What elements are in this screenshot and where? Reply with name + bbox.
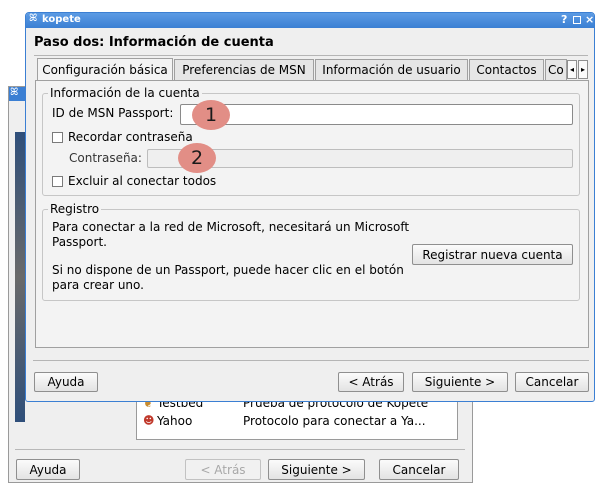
- tab-contactos[interactable]: Contactos: [469, 59, 544, 80]
- back-back-button[interactable]: < Atrás: [185, 459, 261, 480]
- exclude-connect-all-label: Excluir al conectar todos: [68, 174, 217, 188]
- exclude-connect-all-box[interactable]: [52, 175, 63, 187]
- maximize-icon[interactable]: [573, 16, 581, 24]
- heading-separator: [34, 55, 588, 56]
- close-icon[interactable]: ×: [585, 13, 595, 28]
- password-label: Contraseña:: [69, 151, 142, 165]
- tab-configuracion-basica[interactable]: Configuración básica: [37, 58, 173, 81]
- annotation-badge-1: 1: [192, 100, 230, 130]
- list-item-desc: Protocolo para conectar a Ya...: [243, 414, 426, 428]
- back-cancel-button[interactable]: Cancelar: [379, 459, 459, 480]
- tab-scroll-left-icon[interactable]: ◂: [567, 60, 577, 79]
- back-button[interactable]: < Atrás: [338, 372, 404, 392]
- tab-preferencias-msn[interactable]: Preferencias de MSN: [174, 59, 314, 80]
- back-window-side-strip: [15, 132, 25, 422]
- list-item[interactable]: ☻ Yahoo Protocolo para conectar a Ya...: [143, 414, 453, 430]
- page-heading: Paso dos: Información de cuenta: [34, 35, 274, 50]
- exclude-connect-all-checkbox[interactable]: Excluir al conectar todos: [52, 173, 216, 189]
- remember-password-box[interactable]: [52, 131, 63, 143]
- cancel-button[interactable]: Cancelar: [515, 372, 589, 392]
- tab-scroll-right-icon[interactable]: ▸: [578, 60, 588, 79]
- next-button[interactable]: Siguiente >: [412, 372, 508, 392]
- tab-informacion-usuario[interactable]: Información de usuario: [315, 59, 468, 80]
- help-titlebar-button[interactable]: ?: [561, 13, 571, 28]
- remember-password-checkbox[interactable]: Recordar contraseña: [52, 129, 193, 145]
- button-bar-separator: [33, 360, 589, 361]
- yahoo-icon: ☻: [143, 414, 155, 427]
- registration-legend: Registro: [48, 202, 102, 217]
- registration-text-2: Si no dispone de un Passport, puede hace…: [52, 263, 404, 292]
- help-button[interactable]: Ayuda: [34, 372, 98, 392]
- dialog-title: kopete: [42, 14, 81, 25]
- passport-label: ID de MSN Passport:: [52, 106, 174, 120]
- register-new-account-button[interactable]: Registrar nueva cuenta: [412, 244, 573, 265]
- dialog-titlebar: [26, 13, 594, 28]
- annotation-badge-2: 2: [178, 143, 216, 173]
- registration-text-1: Para conectar a la red de Microsoft, nec…: [52, 220, 410, 249]
- tab-overflow[interactable]: Co: [545, 59, 567, 80]
- back-separator: [15, 449, 465, 450]
- account-info-legend: Información de la cuenta: [48, 86, 202, 101]
- passport-id-input[interactable]: [180, 104, 573, 125]
- back-window-icon: ꕤ: [10, 87, 19, 98]
- back-help-button[interactable]: Ayuda: [16, 459, 80, 480]
- kopete-app-icon: ꕤ: [29, 13, 38, 24]
- back-next-button[interactable]: Siguiente >: [268, 459, 365, 480]
- list-item-name: Yahoo: [157, 414, 193, 428]
- remember-password-label: Recordar contraseña: [68, 130, 193, 144]
